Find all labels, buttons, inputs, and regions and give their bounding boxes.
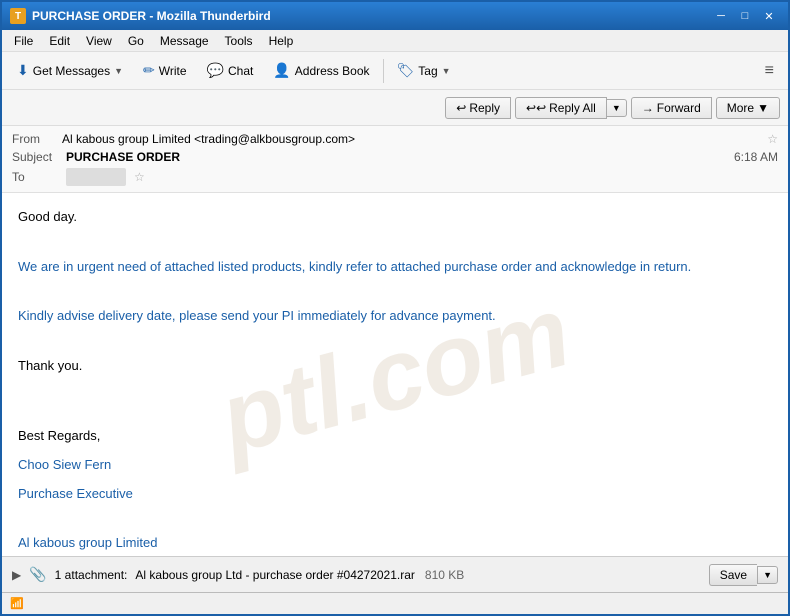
- main-window: T PURCHASE ORDER - Mozilla Thunderbird ─…: [0, 0, 790, 616]
- subject-label: Subject: [12, 150, 62, 164]
- more-dropdown-arrow: ▼: [757, 101, 769, 115]
- to-label: To: [12, 170, 62, 184]
- reply-button[interactable]: ↩ Reply: [445, 97, 511, 119]
- to-avatar: [66, 168, 126, 186]
- sender-name: Choo Siew Fern: [18, 455, 772, 476]
- more-button[interactable]: More ▼: [716, 97, 780, 119]
- more-group: More ▼: [716, 97, 780, 119]
- address-book-icon: 👤: [273, 62, 290, 79]
- from-value: Al kabous group Limited <trading@alkbous…: [62, 132, 763, 146]
- subject-row: Subject PURCHASE ORDER 6:18 AM: [12, 148, 778, 166]
- reply-all-group: ↩↩ Reply All ▼: [515, 97, 627, 119]
- reply-all-dropdown[interactable]: ▼: [607, 99, 627, 117]
- chat-icon: 💬: [207, 62, 224, 79]
- from-row: From Al kabous group Limited <trading@al…: [12, 130, 778, 148]
- window-title: PURCHASE ORDER - Mozilla Thunderbird: [32, 9, 710, 23]
- menu-bar: File Edit View Go Message Tools Help: [2, 30, 788, 52]
- subject-value: PURCHASE ORDER: [66, 150, 180, 164]
- hamburger-menu-button[interactable]: ≡: [757, 58, 782, 84]
- attachment-filename: Al kabous group Ltd - purchase order #04…: [135, 568, 700, 582]
- chat-button[interactable]: 💬 Chat: [198, 57, 263, 84]
- sender-title: Purchase Executive: [18, 484, 772, 505]
- save-dropdown-button[interactable]: ▼: [757, 566, 778, 584]
- app-icon: T: [10, 8, 26, 24]
- greeting: Good day.: [18, 207, 772, 228]
- get-messages-dropdown-arrow: ▼: [114, 66, 123, 76]
- email-body: ptl.com Good day. We are in urgent need …: [2, 193, 788, 556]
- toolbar-separator: [383, 59, 384, 83]
- menu-go[interactable]: Go: [120, 32, 152, 50]
- thanks: Thank you.: [18, 356, 772, 377]
- forward-button[interactable]: → Forward: [631, 97, 712, 119]
- write-button[interactable]: ✏ Write: [134, 57, 196, 84]
- attachment-count: 1 attachment:: [55, 568, 128, 582]
- reply-icon: ↩: [456, 101, 466, 115]
- to-star-icon[interactable]: ☆: [134, 170, 145, 184]
- toolbar: ⬇ Get Messages ▼ ✏ Write 💬 Chat 👤 Addres…: [2, 52, 788, 90]
- attachment-bar: ▶ 📎 1 attachment: Al kabous group Ltd - …: [2, 556, 788, 592]
- menu-help[interactable]: Help: [261, 32, 302, 50]
- tag-dropdown-arrow: ▼: [442, 66, 451, 76]
- email-time: 6:18 AM: [734, 150, 778, 164]
- save-button-group: Save ▼: [709, 564, 778, 586]
- reply-all-icon: ↩↩: [526, 101, 546, 115]
- status-bar: 📶: [2, 592, 788, 614]
- menu-view[interactable]: View: [78, 32, 120, 50]
- tag-button[interactable]: 🏷 Tag ▼: [388, 57, 460, 84]
- from-star-icon[interactable]: ☆: [767, 132, 778, 146]
- window-controls: ─ □ ✕: [710, 7, 780, 25]
- reply-all-button[interactable]: ↩↩ Reply All: [515, 97, 607, 119]
- connection-icon: 📶: [10, 597, 24, 610]
- email-actions-bar: ↩ Reply ↩↩ Reply All ▼ → Forward More ▼: [2, 90, 788, 126]
- forward-group: → Forward: [631, 97, 712, 119]
- reply-group: ↩ Reply: [445, 97, 511, 119]
- to-row: To ☆: [12, 166, 778, 188]
- regards: Best Regards,: [18, 426, 772, 447]
- expand-icon[interactable]: ▶: [12, 568, 21, 582]
- maximize-button[interactable]: □: [734, 7, 756, 25]
- close-button[interactable]: ✕: [758, 7, 780, 25]
- write-icon: ✏: [143, 62, 155, 79]
- save-button[interactable]: Save: [709, 564, 757, 586]
- paperclip-icon: 📎: [29, 566, 46, 583]
- menu-tools[interactable]: Tools: [217, 32, 261, 50]
- from-label: From: [12, 132, 62, 146]
- tag-icon: 🏷: [397, 62, 415, 79]
- get-messages-button[interactable]: ⬇ Get Messages ▼: [8, 57, 132, 84]
- get-messages-icon: ⬇: [17, 62, 29, 79]
- email-header: From Al kabous group Limited <trading@al…: [2, 126, 788, 193]
- menu-file[interactable]: File: [6, 32, 41, 50]
- title-bar: T PURCHASE ORDER - Mozilla Thunderbird ─…: [2, 2, 788, 30]
- forward-icon: →: [642, 101, 654, 115]
- menu-message[interactable]: Message: [152, 32, 217, 50]
- menu-edit[interactable]: Edit: [41, 32, 78, 50]
- company-name: Al kabous group Limited: [18, 533, 772, 554]
- body-line1: We are in urgent need of attached listed…: [18, 257, 772, 278]
- address-book-button[interactable]: 👤 Address Book: [264, 57, 378, 84]
- body-line2: Kindly advise delivery date, please send…: [18, 306, 772, 327]
- minimize-button[interactable]: ─: [710, 7, 732, 25]
